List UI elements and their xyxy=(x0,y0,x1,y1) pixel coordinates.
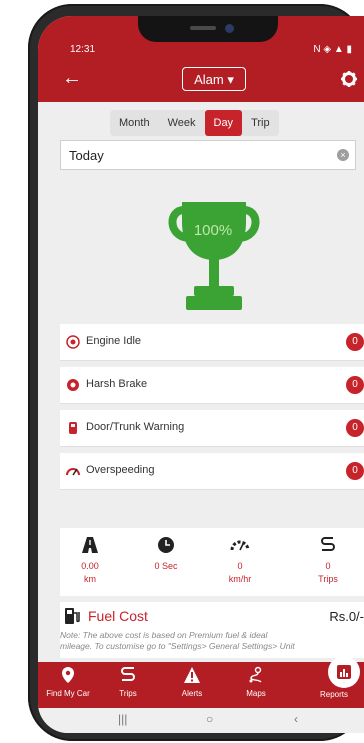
recents-button[interactable]: ||| xyxy=(118,712,127,726)
tab-trip[interactable]: Trip xyxy=(242,110,279,136)
tab-week[interactable]: Week xyxy=(159,110,205,136)
engine-icon xyxy=(66,335,80,349)
system-back-button[interactable]: ‹ xyxy=(294,712,298,726)
brake-icon xyxy=(67,379,79,391)
tab-month[interactable]: Month xyxy=(110,110,159,136)
speedometer-icon xyxy=(66,468,80,476)
stat-duration: 0 Sec xyxy=(136,536,196,574)
fuel-cost-note: Note: The above cost is based on Premium… xyxy=(60,630,295,651)
event-row-engine-idle[interactable]: Engine Idle 0 xyxy=(60,324,364,361)
event-row-overspeeding[interactable]: Overspeeding 0 xyxy=(60,453,364,490)
event-count-badge: 0 xyxy=(346,376,364,394)
map-route-icon xyxy=(249,666,262,683)
front-camera xyxy=(225,24,234,33)
bottom-navigation: Find My Car Trips Alerts Maps Reports xyxy=(38,656,364,708)
reports-chart-icon xyxy=(337,665,351,679)
vehicle-selector[interactable]: Alam ▾ xyxy=(182,67,246,91)
trophy-icon xyxy=(168,202,260,310)
status-icons: N ◈ ▲ ▮ xyxy=(313,44,352,55)
fuel-cost-card: Fuel Cost Rs.0/- Note: The above cost is… xyxy=(60,602,364,658)
speedometer-icon xyxy=(230,540,250,551)
event-row-door-trunk[interactable]: Door/Trunk Warning 0 xyxy=(60,410,364,447)
clear-icon[interactable]: × xyxy=(337,149,349,161)
stat-trips: 0 Trips xyxy=(298,536,358,585)
route-icon xyxy=(321,537,335,551)
fuel-cost-title: Fuel Cost xyxy=(88,608,148,624)
back-arrow-icon[interactable]: ← xyxy=(62,68,82,88)
event-count-badge: 0 xyxy=(346,419,364,437)
camera-notch xyxy=(138,16,278,42)
period-tabs: Month Week Day Trip xyxy=(110,110,279,136)
event-label: Door/Trunk Warning xyxy=(86,421,185,433)
app-screen: 12:31 N ◈ ▲ ▮ ← Alam ▾ Month Week Day Tr… xyxy=(38,16,364,733)
status-bar: 12:31 N ◈ ▲ ▮ xyxy=(38,16,364,58)
event-label: Engine Idle xyxy=(86,335,142,347)
event-row-harsh-brake[interactable]: Harsh Brake 0 xyxy=(60,367,364,404)
home-button[interactable]: ○ xyxy=(206,712,213,726)
system-navigation-bar: ||| ○ ‹ xyxy=(38,708,364,733)
stat-distance: 0.00 km xyxy=(60,536,120,585)
stat-speed: 0 km/hr xyxy=(210,536,270,585)
event-count-badge: 0 xyxy=(346,333,364,351)
clock-icon xyxy=(158,537,174,553)
nav-find-my-car[interactable]: Find My Car xyxy=(38,666,98,698)
event-label: Overspeeding xyxy=(86,464,155,476)
tab-day[interactable]: Day xyxy=(204,110,243,136)
route-icon xyxy=(121,667,135,681)
vehicle-name: Alam xyxy=(194,72,224,87)
event-count-badge: 0 xyxy=(346,462,364,480)
nav-maps[interactable]: Maps xyxy=(226,666,286,698)
nav-alerts[interactable]: Alerts xyxy=(162,666,222,698)
event-label: Harsh Brake xyxy=(86,378,148,390)
speaker xyxy=(190,26,216,30)
trip-stats: 0.00 km 0 Sec 0 km/hr 0 Trips xyxy=(60,528,364,596)
date-filter-value: Today xyxy=(69,148,104,163)
nav-trips[interactable]: Trips xyxy=(98,666,158,698)
fuel-cost-amount: Rs.0/- xyxy=(329,609,364,624)
reports-active-indicator xyxy=(328,656,360,688)
alert-icon xyxy=(184,667,200,683)
road-icon xyxy=(82,537,98,553)
date-filter-field[interactable]: Today × xyxy=(60,140,356,170)
chevron-down-icon: ▾ xyxy=(227,72,234,87)
status-time: 12:31 xyxy=(70,44,96,55)
nav-reports[interactable]: Reports xyxy=(304,690,364,699)
car-door-icon xyxy=(69,422,77,434)
gear-icon[interactable] xyxy=(340,70,358,93)
location-pin-icon xyxy=(62,667,74,683)
app-bar: ← Alam ▾ xyxy=(38,58,364,102)
fuel-pump-icon xyxy=(65,608,80,624)
score-percent: 100% xyxy=(193,222,233,239)
